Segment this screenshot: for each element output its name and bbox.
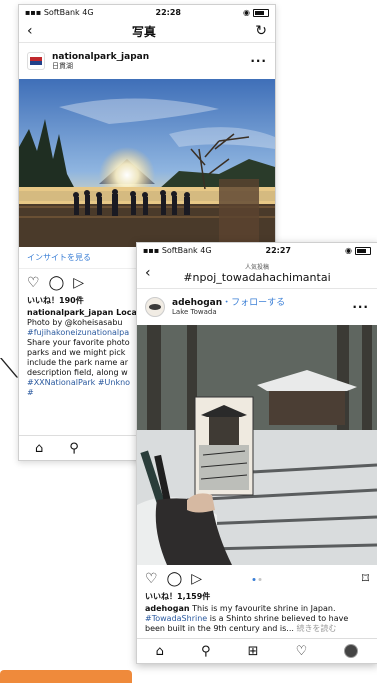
- search-icon[interactable]: ⚲: [201, 644, 211, 659]
- orange-tab: [0, 670, 132, 683]
- avatar[interactable]: [27, 52, 45, 70]
- post-location[interactable]: Lake Towada: [172, 308, 285, 317]
- status-time: 22:28: [155, 8, 181, 17]
- share-icon[interactable]: ▷: [73, 275, 84, 291]
- comment-icon[interactable]: ◯: [49, 275, 65, 291]
- like-count[interactable]: いいね！1,159件: [137, 589, 377, 604]
- signal-icon: ▪▪▪ SoftBank 4G: [25, 8, 94, 17]
- heart-icon[interactable]: ♡: [145, 571, 158, 587]
- battery-icon: [252, 8, 269, 17]
- caption-text: This is my favourite shrine in Japan.: [189, 604, 336, 613]
- post-username[interactable]: nationalpark_japan: [52, 52, 149, 62]
- post-photo[interactable]: [137, 325, 377, 565]
- status-bar: ▪▪▪ SoftBank 4G 22:27 ◉: [137, 243, 377, 258]
- alarm-icon: ◉: [345, 246, 352, 255]
- carrier-label: SoftBank 4G: [161, 246, 212, 255]
- status-time: 22:27: [265, 246, 291, 255]
- post-location[interactable]: 日貫湖: [52, 62, 149, 71]
- status-icons: ◉: [345, 246, 371, 255]
- add-icon[interactable]: ⊞: [248, 644, 259, 659]
- carousel-dots: [252, 577, 262, 581]
- follow-button[interactable]: ・フォローする: [222, 298, 285, 308]
- battery-icon: [354, 246, 371, 255]
- caption-username[interactable]: adehogan: [145, 604, 190, 613]
- nav-subtitle: 人気投稿: [244, 264, 269, 271]
- refresh-icon[interactable]: ↻: [255, 23, 267, 39]
- post-photo[interactable]: [19, 79, 275, 247]
- back-chevron-icon[interactable]: ‹: [145, 265, 151, 281]
- post-username-row: adehogan・フォローする: [172, 298, 285, 308]
- bottom-nav: ⌂ ⚲ ⊞ ♡: [137, 638, 377, 663]
- search-icon[interactable]: ⚲: [69, 441, 79, 456]
- alarm-icon: ◉: [243, 8, 250, 17]
- share-icon[interactable]: ▷: [191, 571, 202, 587]
- post-header: adehogan・フォローする Lake Towada ···: [137, 289, 377, 325]
- nav-title-group: 人気投稿 #npoj_towadahachimantai: [183, 262, 330, 284]
- read-more-link[interactable]: 続きを読む: [296, 624, 336, 633]
- caption-hashtag[interactable]: #TowadaShrine: [145, 614, 207, 623]
- post-username[interactable]: adehogan: [172, 298, 222, 308]
- action-bar: ♡ ◯ ▷ ⌑: [137, 565, 377, 589]
- phone-screenshot-2: ▪▪▪ SoftBank 4G 22:27 ◉ ‹ 人気投稿 #npoj_tow…: [136, 242, 377, 664]
- shrine-photo: [137, 325, 377, 565]
- lake-sunset-photo: [19, 79, 275, 247]
- carousel-dot-active: [252, 577, 256, 581]
- page-title: #npoj_towadahachimantai: [183, 271, 331, 284]
- post-caption: adehogan This is my favourite shrine in …: [137, 604, 377, 634]
- bookmark-icon[interactable]: ⌑: [362, 571, 369, 587]
- more-icon[interactable]: ···: [250, 54, 267, 68]
- arrow-mark-icon: ⟍: [0, 354, 19, 384]
- heart-icon[interactable]: ♡: [27, 275, 40, 291]
- avatar[interactable]: [145, 297, 165, 317]
- nav-bar: ‹ 人気投稿 #npoj_towadahachimantai ‹: [137, 258, 377, 289]
- nav-bar: ‹ 写真 ↻: [19, 20, 275, 43]
- back-chevron-icon[interactable]: ‹: [27, 23, 33, 39]
- comment-icon[interactable]: ◯: [167, 571, 183, 587]
- status-bar: ▪▪▪ SoftBank 4G 22:28 ◉: [19, 5, 275, 20]
- carrier-label: SoftBank 4G: [43, 8, 94, 17]
- carousel-dot: [258, 577, 262, 581]
- home-icon[interactable]: ⌂: [35, 441, 43, 456]
- status-icons: ◉: [243, 8, 269, 17]
- home-icon[interactable]: ⌂: [156, 644, 164, 659]
- post-header: nationalpark_japan 日貫湖 ···: [19, 43, 275, 79]
- activity-icon[interactable]: ♡: [296, 644, 308, 659]
- more-icon[interactable]: ···: [352, 300, 369, 314]
- profile-icon[interactable]: [344, 644, 359, 658]
- page-title: 写真: [131, 24, 156, 39]
- signal-icon: ▪▪▪ SoftBank 4G: [143, 246, 212, 255]
